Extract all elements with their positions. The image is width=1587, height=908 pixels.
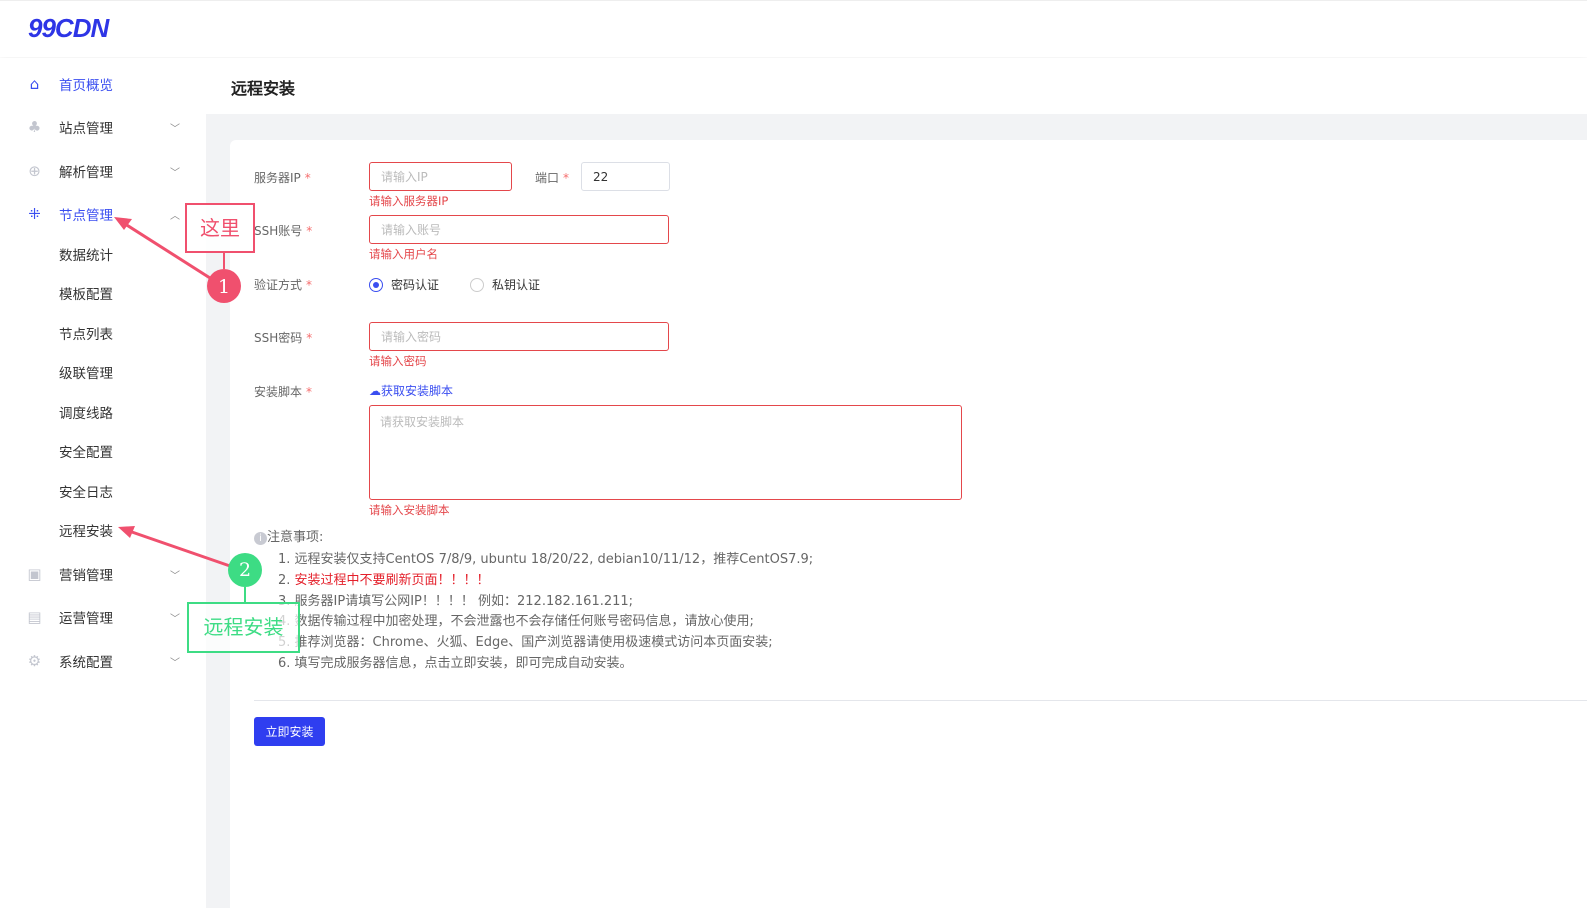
arrowhead-2	[118, 526, 135, 538]
annotation-number-2: 2	[238, 559, 252, 581]
annotation-number-1: 1	[217, 276, 231, 298]
annotation-label-1: 这里	[185, 203, 255, 253]
annotation-label-2: 远程安装	[187, 602, 300, 653]
annotation-arrows	[114, 217, 262, 602]
annotation-arrow-2	[125, 528, 231, 568]
